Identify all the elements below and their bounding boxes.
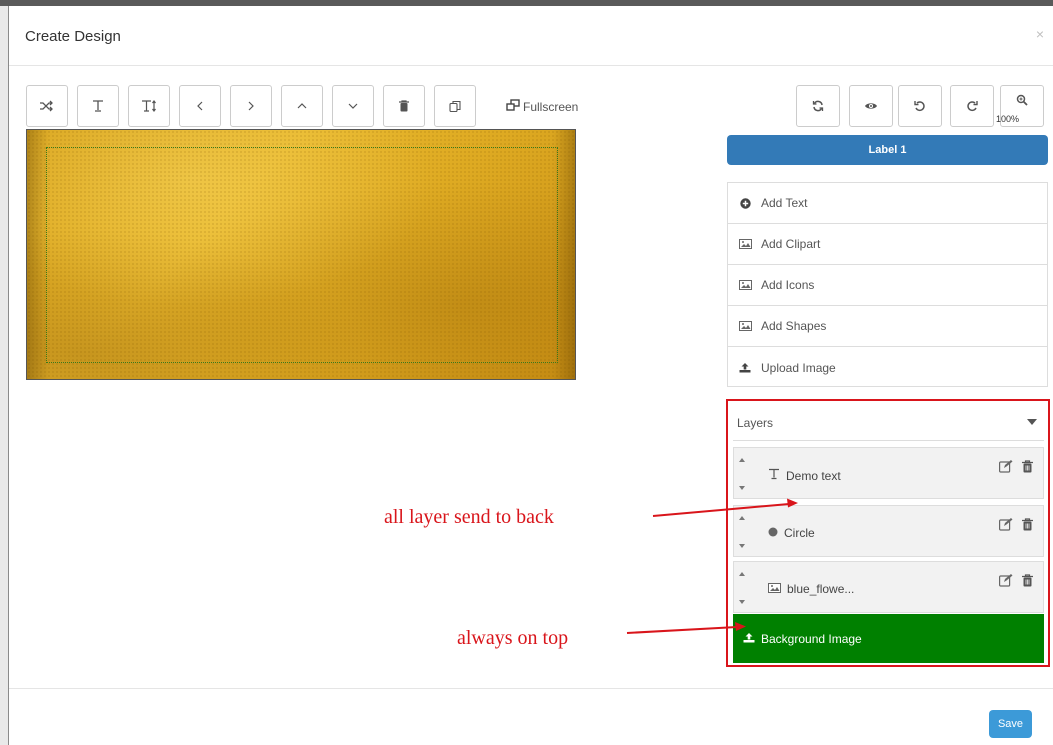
add-text-item[interactable]: Add Text — [728, 183, 1047, 224]
background-image-layer[interactable]: Background Image — [733, 614, 1044, 663]
redo-icon — [966, 100, 978, 112]
arrow-up-icon — [739, 516, 745, 520]
layer-actions — [999, 460, 1033, 478]
delete-button[interactable] — [383, 85, 425, 127]
refresh-button[interactable] — [796, 85, 840, 127]
undo-icon — [914, 100, 926, 112]
add-element-list: Add Text Add Clipart Add Icons Add Shape… — [727, 182, 1048, 387]
trash-icon[interactable] — [1022, 460, 1033, 478]
modal-footer-divider — [9, 688, 1053, 689]
text-icon — [768, 468, 780, 483]
layer-actions — [999, 518, 1033, 536]
add-text-label: Add Text — [761, 196, 808, 210]
layers-panel: Layers Demo text Circle blue_flowe... Ba… — [726, 399, 1050, 667]
arrow-up-icon — [739, 572, 745, 576]
arrow-up-icon — [739, 458, 745, 462]
move-right-button[interactable] — [230, 85, 272, 127]
text-height-button[interactable] — [128, 85, 170, 127]
modal-title: Create Design — [25, 28, 121, 45]
layer-item[interactable]: Circle — [733, 505, 1044, 557]
chevron-down-icon — [348, 102, 358, 110]
text-icon — [91, 99, 105, 113]
design-canvas[interactable] — [26, 129, 576, 380]
add-shapes-item[interactable]: Add Shapes — [728, 306, 1047, 347]
chevron-left-icon — [196, 101, 204, 111]
layer-label: Demo text — [786, 468, 841, 483]
modal-header: Create Design × — [9, 6, 1053, 66]
screenshot-frame: Create Design × Fullscreen 100% Label 1 … — [0, 0, 1053, 745]
upload-image-item[interactable]: Upload Image — [728, 347, 1047, 388]
fullscreen-label: Fullscreen — [523, 99, 579, 114]
trash-icon[interactable] — [1022, 518, 1033, 536]
close-icon[interactable]: × — [1036, 26, 1044, 42]
layer-item[interactable]: blue_flowe... — [733, 561, 1044, 613]
arrow-down-icon — [739, 544, 745, 548]
label-1-tab[interactable]: Label 1 — [727, 135, 1048, 165]
arrow-down-icon — [739, 486, 745, 490]
trash-icon[interactable] — [1022, 574, 1033, 592]
add-icons-label: Add Icons — [761, 278, 815, 292]
text-height-icon — [141, 99, 157, 113]
redo-button[interactable] — [950, 85, 994, 127]
move-up-button[interactable] — [281, 85, 323, 127]
move-down-button[interactable] — [332, 85, 374, 127]
upload-icon — [743, 632, 755, 646]
annotation-always-on-top: always on top — [457, 627, 569, 649]
zoom-icon — [1016, 94, 1028, 106]
preview-button[interactable] — [849, 85, 893, 127]
trash-icon — [399, 100, 409, 112]
add-text-tool-button[interactable] — [77, 85, 119, 127]
plus-circle-icon — [738, 197, 752, 209]
duplicate-button[interactable] — [434, 85, 476, 127]
eye-icon — [864, 101, 878, 111]
layer-reorder-handle[interactable] — [739, 458, 747, 490]
background-image-label: Background Image — [761, 631, 862, 646]
layer-name: blue_flowe... — [768, 582, 854, 596]
edit-icon[interactable] — [999, 574, 1013, 592]
layer-reorder-handle[interactable] — [739, 516, 747, 548]
upload-image-label: Upload Image — [761, 360, 836, 375]
shuffle-button[interactable] — [26, 85, 68, 127]
move-left-button[interactable] — [179, 85, 221, 127]
canvas-safe-zone — [46, 147, 558, 363]
picture-icon — [738, 321, 752, 331]
picture-icon — [768, 582, 781, 596]
layer-name: Circle — [768, 526, 815, 540]
refresh-icon — [812, 100, 824, 112]
edit-icon[interactable] — [999, 460, 1013, 478]
add-clipart-item[interactable]: Add Clipart — [728, 224, 1047, 265]
layer-name: Demo text — [768, 468, 841, 483]
chevron-right-icon — [247, 101, 255, 111]
layer-item[interactable]: Demo text — [733, 447, 1044, 499]
layers-dropdown[interactable]: Layers — [733, 405, 1044, 441]
arrow-down-icon — [739, 600, 745, 604]
layer-label: Circle — [784, 526, 815, 540]
annotation-send-to-back: all layer send to back — [384, 506, 554, 528]
fullscreen-button[interactable]: Fullscreen — [506, 99, 578, 114]
layer-actions — [999, 574, 1033, 592]
picture-icon — [738, 239, 752, 249]
layer-reorder-handle[interactable] — [739, 572, 747, 604]
edit-icon[interactable] — [999, 518, 1013, 536]
fullscreen-icon — [506, 99, 520, 114]
circle-icon — [768, 526, 778, 540]
caret-down-icon — [1027, 419, 1037, 425]
chevron-up-icon — [297, 102, 307, 110]
zoom-level: 100% — [996, 114, 1020, 124]
add-icons-item[interactable]: Add Icons — [728, 265, 1047, 306]
upload-icon — [738, 362, 752, 373]
undo-button[interactable] — [898, 85, 942, 127]
layers-title: Layers — [737, 415, 774, 430]
save-button[interactable]: Save — [989, 710, 1032, 738]
add-clipart-label: Add Clipart — [761, 237, 821, 251]
picture-icon — [738, 280, 752, 290]
layer-label: blue_flowe... — [787, 582, 855, 596]
add-shapes-label: Add Shapes — [761, 319, 827, 333]
shuffle-icon — [40, 100, 54, 112]
create-design-modal: Create Design × Fullscreen 100% Label 1 … — [9, 6, 1053, 745]
duplicate-icon — [448, 100, 462, 113]
